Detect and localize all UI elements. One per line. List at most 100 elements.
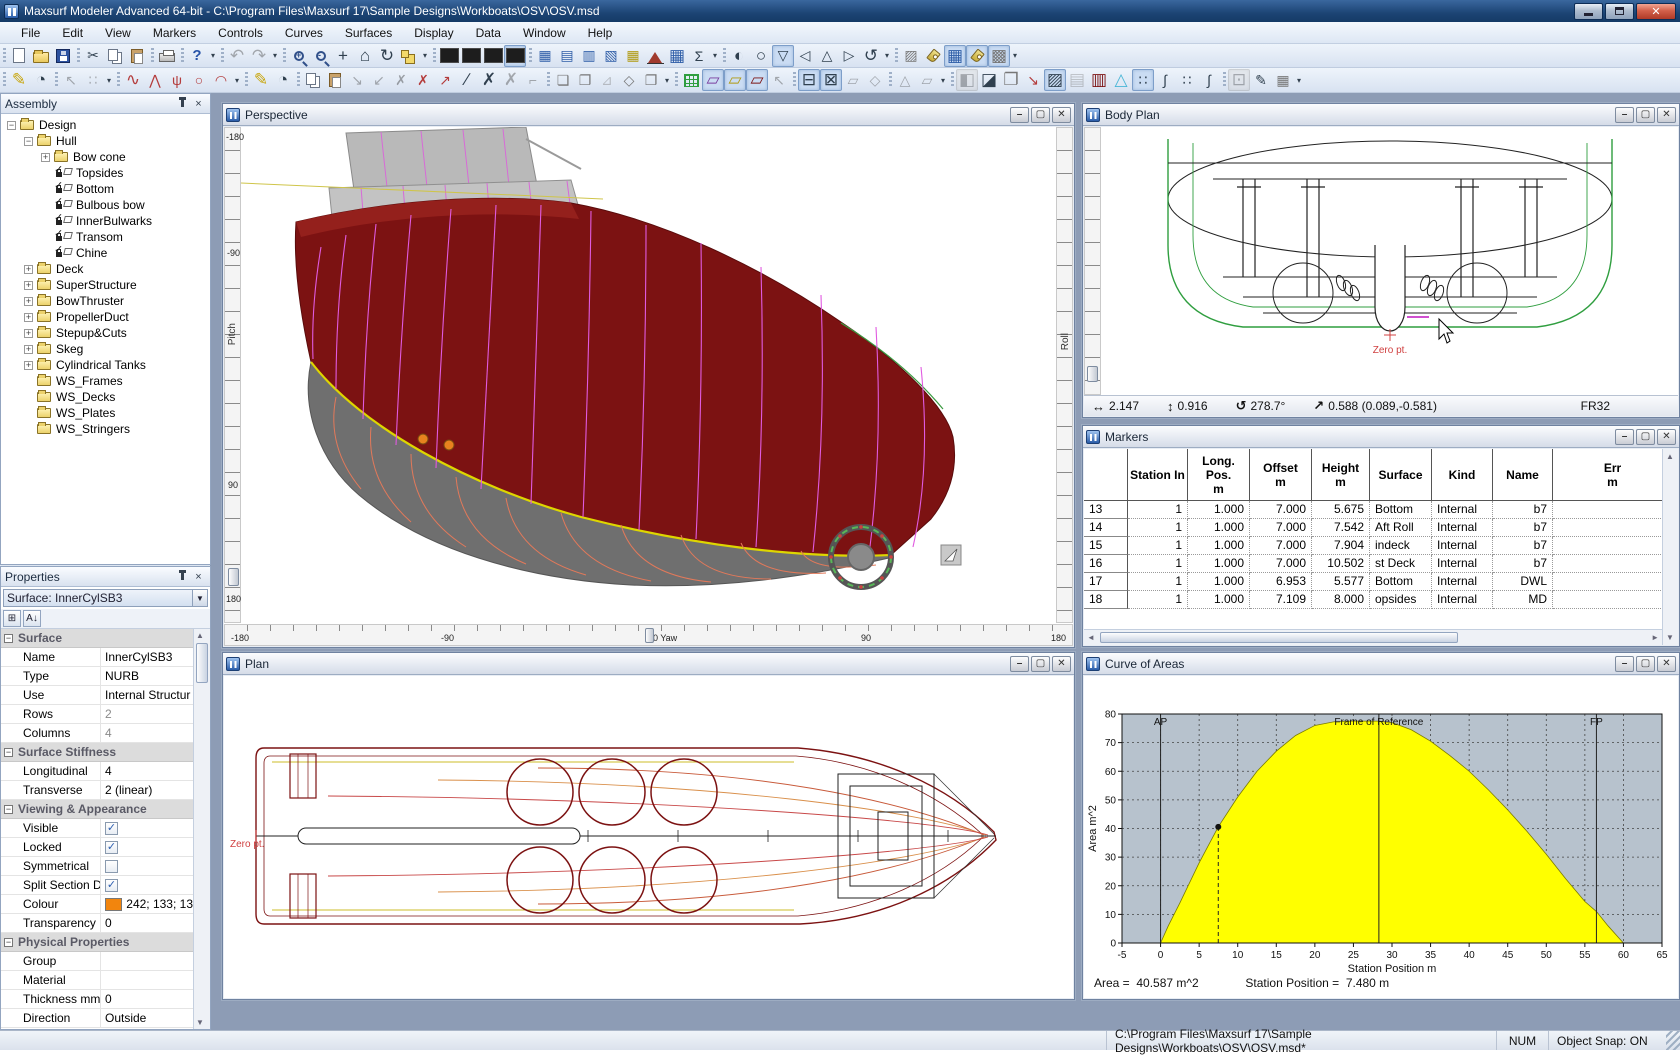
property-value[interactable]: ✓ xyxy=(101,819,193,837)
property-value[interactable]: 2 (linear) xyxy=(101,781,193,799)
add-edit-pen-button[interactable]: ✎ xyxy=(8,69,30,91)
property-value[interactable]: Internal Structur xyxy=(101,686,193,704)
dropdown-arrow-icon[interactable]: ▾ xyxy=(938,69,948,91)
maximize-button[interactable] xyxy=(1605,3,1634,20)
close-button[interactable]: ✕ xyxy=(1636,3,1676,20)
tree-item-bow-cone[interactable]: +Bow cone xyxy=(1,149,210,165)
markers-table-button[interactable]: ▦ xyxy=(534,45,556,67)
property-value[interactable]: Outside xyxy=(101,1009,193,1027)
properties-close-button[interactable]: × xyxy=(191,570,206,584)
perspective-maximize-button[interactable]: ▢ xyxy=(1031,107,1050,123)
markers-column-heightm[interactable]: Heightm xyxy=(1312,449,1370,501)
curve-fit-2-button[interactable]: ∫ xyxy=(1198,69,1220,91)
row-header-cell[interactable]: 13 xyxy=(1084,501,1128,519)
display-shaded-button[interactable]: ◐ xyxy=(728,45,750,67)
table-cell[interactable]: b7 xyxy=(1493,501,1553,519)
surface-fit-button[interactable]: ▱ xyxy=(702,69,724,91)
table-cell[interactable]: DWL xyxy=(1493,573,1553,591)
markers-vscrollbar[interactable] xyxy=(1662,449,1678,645)
markers-close-button[interactable]: ✕ xyxy=(1657,429,1676,445)
markers-column-kind[interactable]: Kind xyxy=(1432,449,1493,501)
property-value[interactable]: ✓ xyxy=(101,876,193,894)
copy-button[interactable] xyxy=(104,45,126,67)
tree-item-skeg[interactable]: +Skeg xyxy=(1,341,210,357)
table-cell[interactable]: 1.000 xyxy=(1188,555,1250,573)
areas-graph-button[interactable] xyxy=(644,45,666,67)
table-cell[interactable]: b7 xyxy=(1493,519,1553,537)
roll-ruler[interactable]: Roll xyxy=(1056,127,1073,623)
tag-display-button[interactable] xyxy=(922,45,944,67)
trim-surface-button[interactable]: ⊟ xyxy=(798,69,820,91)
dropdown-arrow-icon[interactable]: ▾ xyxy=(270,45,280,67)
compact-4-button[interactable]: ◇ xyxy=(618,69,640,91)
menu-data[interactable]: Data xyxy=(465,23,512,43)
tree-item-topsides[interactable]: ✓Topsides xyxy=(1,165,210,181)
expand-toggle-icon[interactable]: + xyxy=(24,297,33,306)
table-cell[interactable]: 6.953 xyxy=(1250,573,1312,591)
row-header-cell[interactable]: 18 xyxy=(1084,591,1128,609)
view-rotate-button[interactable]: ↺ xyxy=(860,45,882,67)
zoom-in-button[interactable]: + xyxy=(288,45,310,67)
tree-item-transom[interactable]: ✓Transom xyxy=(1,229,210,245)
markers-column-long-pos-m[interactable]: Long.Pos.m xyxy=(1188,449,1250,501)
minimize-button[interactable] xyxy=(1574,3,1603,20)
circle-curve-button[interactable]: ○ xyxy=(188,69,210,91)
mini-grid-button[interactable]: ▦ xyxy=(1272,69,1294,91)
property-value[interactable]: 4 xyxy=(101,762,193,780)
select-arrow-button[interactable]: ↖ xyxy=(60,69,82,91)
perspective-titlebar[interactable]: Perspective – ▢ ✕ xyxy=(223,104,1074,126)
bodyplan-canvas[interactable]: Zero pt. xyxy=(1084,127,1678,395)
table-cell[interactable] xyxy=(1553,591,1673,609)
checkbox-checked[interactable]: ✓ xyxy=(105,841,118,854)
plan-maximize-button[interactable]: ▢ xyxy=(1031,656,1050,672)
trim-cross-button[interactable]: ✗ xyxy=(478,69,500,91)
collapse-toggle-icon[interactable]: − xyxy=(4,938,13,947)
color-swatch[interactable] xyxy=(105,898,122,911)
table-cell[interactable] xyxy=(1553,573,1673,591)
menu-surfaces[interactable]: Surfaces xyxy=(334,23,403,43)
tree-item-propellerduct[interactable]: +PropellerDuct xyxy=(1,309,210,325)
menu-controls[interactable]: Controls xyxy=(207,23,274,43)
markers-column-offsetm[interactable]: Offsetm xyxy=(1250,449,1312,501)
view-right-button[interactable]: ▷ xyxy=(838,45,860,67)
split-surfaces-button[interactable]: ▱ xyxy=(916,69,938,91)
row-header-cell[interactable]: 14 xyxy=(1084,519,1128,537)
dropdown-arrow-icon[interactable]: ▾ xyxy=(208,45,218,67)
markers-column-station-in[interactable]: Station In xyxy=(1128,449,1188,501)
fine-grid-button[interactable]: ▩ xyxy=(988,45,1010,67)
dropdown-arrow-icon[interactable]: ▾ xyxy=(420,45,430,67)
trim-region-button[interactable]: ▱ xyxy=(842,69,864,91)
shield-button[interactable]: ◪ xyxy=(978,69,1000,91)
view-left-button[interactable]: ◁ xyxy=(794,45,816,67)
table-cell[interactable]: 7.000 xyxy=(1250,501,1312,519)
undo-button[interactable]: ↶ xyxy=(226,45,248,67)
perspective-minimize-button[interactable]: – xyxy=(1010,107,1029,123)
property-value[interactable]: 242; 133; 13 xyxy=(101,895,193,913)
tree-item-ws-plates[interactable]: WS_Plates xyxy=(1,405,210,421)
table-cell[interactable]: 8.000 xyxy=(1312,591,1370,609)
collapse-toggle-icon[interactable]: − xyxy=(4,805,13,814)
table-cell[interactable]: 1 xyxy=(1128,501,1188,519)
hatch-fill-button[interactable]: ▨ xyxy=(1044,69,1066,91)
table-cell[interactable]: b7 xyxy=(1493,537,1553,555)
plan-minimize-button[interactable]: – xyxy=(1010,656,1029,672)
chevron-down-icon[interactable]: ▼ xyxy=(192,590,207,606)
zoom-out-button[interactable]: - xyxy=(310,45,332,67)
property-value[interactable]: NURB xyxy=(101,667,193,685)
markers-minimize-button[interactable]: – xyxy=(1615,429,1634,445)
trim-tool-button[interactable]: ◔ xyxy=(30,69,52,91)
row-header-cell[interactable]: 17 xyxy=(1084,573,1128,591)
table-cell[interactable]: MD xyxy=(1493,591,1553,609)
surface-selector[interactable]: Surface: InnerCylSB3 ▼ xyxy=(3,589,208,607)
expand-toggle-icon[interactable]: + xyxy=(24,265,33,274)
data-table-button[interactable]: ▦ xyxy=(666,45,688,67)
tree-item-ws-decks[interactable]: WS_Decks xyxy=(1,389,210,405)
tree-item-ws-stringers[interactable]: WS_Stringers xyxy=(1,421,210,437)
plan-titlebar[interactable]: Plan – ▢ ✕ xyxy=(223,653,1074,675)
areas-close-button[interactable]: ✕ xyxy=(1657,656,1676,672)
pitch-ruler[interactable]: -180 -90 90 180 Pitch xyxy=(224,127,241,623)
table-cell[interactable] xyxy=(1553,537,1673,555)
scroll-thumb[interactable] xyxy=(1100,632,1458,643)
table-cell[interactable]: indeck xyxy=(1370,537,1432,555)
bodyplan-titlebar[interactable]: Body Plan – ▢ ✕ xyxy=(1083,104,1679,126)
